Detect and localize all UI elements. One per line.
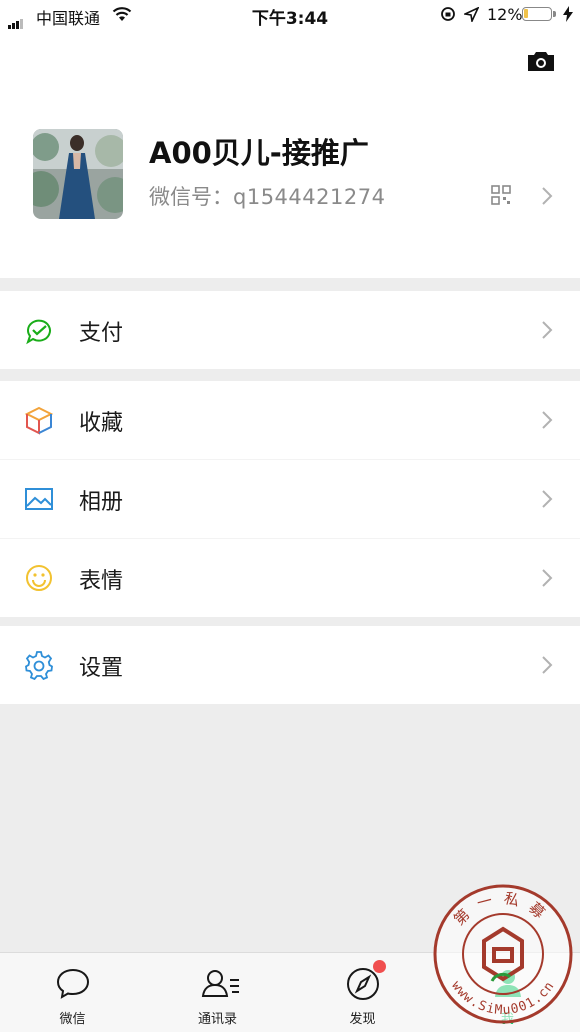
menu-label: 设置 bbox=[79, 656, 124, 681]
menu-item-pay[interactable]: 支付 bbox=[0, 291, 580, 369]
chevron-right-icon bbox=[542, 321, 553, 339]
menu-label: 支付 bbox=[79, 321, 124, 346]
tab-chats[interactable]: 微信 bbox=[0, 953, 145, 1032]
status-bar: 中国联通 下午3:44 12% bbox=[0, 0, 580, 30]
wechat-id: 微信号：q1544421274 bbox=[149, 181, 385, 211]
profile-header[interactable]: A00贝儿-接推广 微信号：q1544421274 bbox=[0, 30, 580, 278]
menu-group-pay: 支付 bbox=[0, 291, 580, 369]
chat-bubble-icon bbox=[56, 968, 90, 999]
contacts-icon bbox=[201, 970, 239, 997]
tab-label: 通讯录 bbox=[197, 1012, 237, 1027]
menu-label: 收藏 bbox=[79, 411, 124, 436]
menu-group-settings: 设置 bbox=[0, 626, 580, 704]
chevron-right-icon bbox=[542, 569, 553, 587]
qr-code-icon[interactable] bbox=[491, 185, 511, 205]
watermark-seal: 第一私募 www.SiMu001.cn bbox=[432, 883, 574, 1025]
location-icon bbox=[464, 7, 479, 22]
wechat-id-label: 微信号： bbox=[149, 185, 233, 209]
tab-label: 发现 bbox=[349, 1012, 376, 1027]
gear-icon bbox=[25, 651, 53, 680]
picture-icon bbox=[25, 488, 53, 510]
menu-item-album[interactable]: 相册 bbox=[0, 459, 580, 538]
chevron-right-icon bbox=[542, 656, 553, 674]
charging-icon bbox=[563, 6, 573, 22]
menu-label: 相册 bbox=[79, 490, 124, 515]
tab-discover[interactable]: 发现 bbox=[290, 953, 435, 1032]
camera-icon[interactable] bbox=[527, 50, 555, 72]
menu-label: 表情 bbox=[79, 569, 124, 594]
discover-badge-dot bbox=[373, 960, 386, 973]
profile-name: A00贝儿-接推广 bbox=[149, 136, 369, 170]
menu-group-content: 收藏 相册 表情 bbox=[0, 381, 580, 617]
menu-item-settings[interactable]: 设置 bbox=[0, 626, 580, 704]
smiley-icon bbox=[26, 565, 52, 591]
rotation-lock-icon bbox=[441, 7, 455, 21]
tab-label: 微信 bbox=[59, 1012, 86, 1027]
cube-icon bbox=[24, 406, 54, 435]
compass-icon bbox=[347, 968, 379, 1000]
avatar[interactable] bbox=[33, 129, 123, 219]
battery-percent: 12% bbox=[487, 5, 523, 24]
wallet-check-icon bbox=[26, 319, 51, 345]
chevron-right-icon bbox=[542, 187, 553, 205]
tab-contacts[interactable]: 通讯录 bbox=[145, 953, 290, 1032]
battery-icon bbox=[522, 7, 556, 21]
menu-item-stickers[interactable]: 表情 bbox=[0, 538, 580, 617]
wechat-id-value: q1544421274 bbox=[233, 185, 386, 209]
chevron-right-icon bbox=[542, 411, 553, 429]
chevron-right-icon bbox=[542, 490, 553, 508]
menu-item-favorites[interactable]: 收藏 bbox=[0, 381, 580, 459]
